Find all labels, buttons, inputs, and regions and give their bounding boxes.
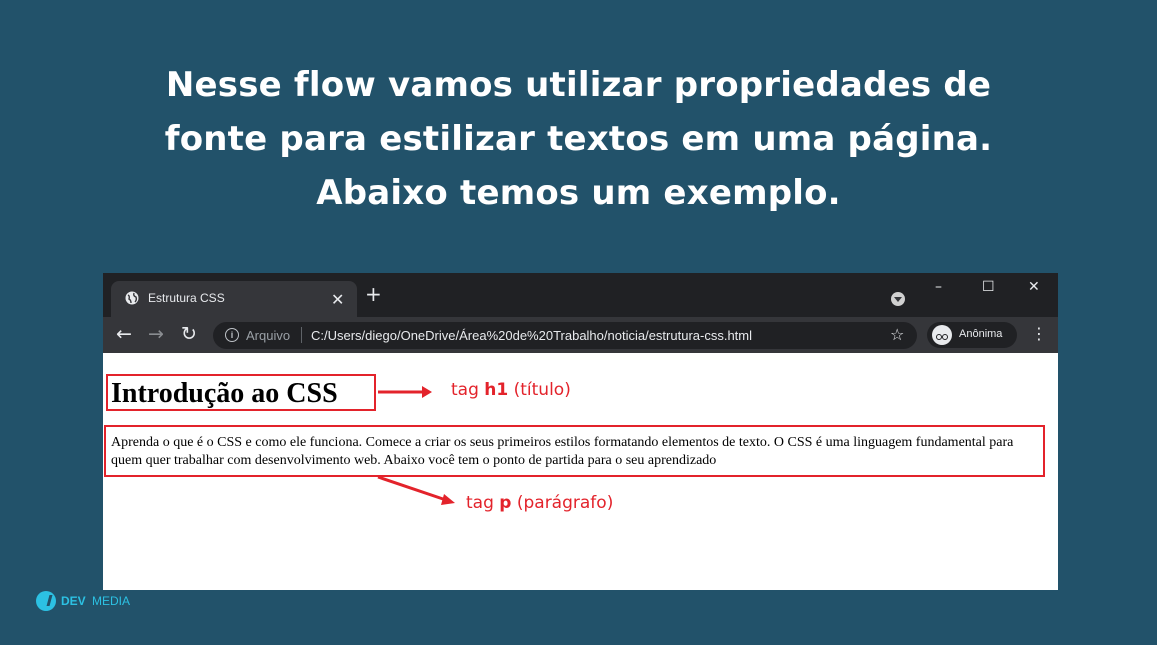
- h1-annotation: tag h1 (título): [451, 380, 571, 400]
- p-annotation-prefix: tag: [466, 493, 500, 513]
- h1-arrow-head: [422, 386, 432, 398]
- p-annotation: tag p (parágrafo): [466, 493, 613, 513]
- logo-media-text: MEDIA: [92, 594, 131, 608]
- p-arrow-head: [441, 494, 455, 505]
- p-annotation-tag: p: [499, 493, 512, 513]
- p-annotation-suffix: (parágrafo): [511, 493, 614, 513]
- logo-dev-text: DEV: [61, 594, 86, 608]
- devmedia-logo-icon: [36, 591, 56, 611]
- h1-annotation-tag: h1: [484, 380, 509, 400]
- h1-annotation-suffix: (título): [508, 380, 571, 400]
- h1-annotation-prefix: tag: [451, 380, 485, 400]
- annotation-arrows: [377, 386, 455, 505]
- p-arrow-line: [377, 475, 447, 502]
